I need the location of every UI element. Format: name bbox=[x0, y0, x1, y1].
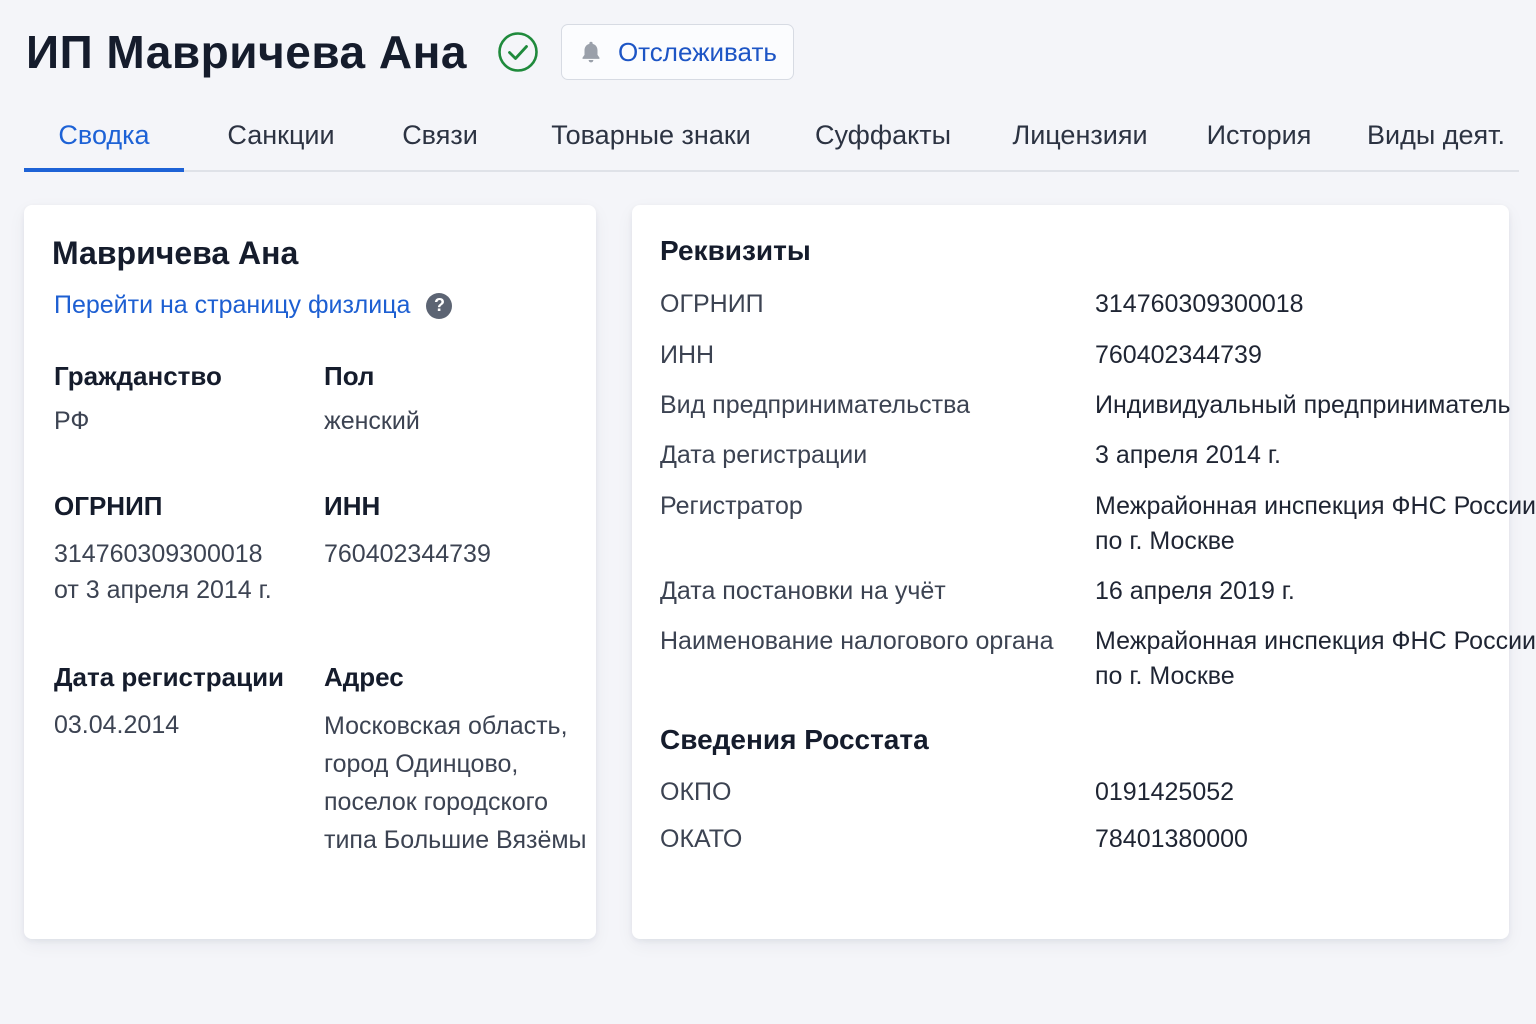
ogrnip-label: ОГРНИП bbox=[54, 491, 163, 521]
address-line: Московская область, bbox=[324, 712, 568, 740]
tab-activities[interactable]: Виды деят. bbox=[1366, 100, 1506, 170]
citizenship-value: РФ bbox=[54, 407, 90, 435]
rosstat-key: ОКАТО bbox=[660, 825, 743, 853]
person-page-link[interactable]: Перейти на страницу физлица ? bbox=[54, 291, 453, 320]
ogrnip-value: 314760309300018 bbox=[54, 540, 263, 568]
requisite-value: 760402344739 bbox=[1095, 341, 1262, 369]
requisite-value-line2: по г. Москве bbox=[1095, 662, 1235, 690]
requisite-value-line2: по г. Москве bbox=[1095, 527, 1235, 555]
sex-label: Пол bbox=[324, 361, 375, 391]
person-link-label: Перейти на страницу физлица bbox=[54, 291, 411, 319]
requisite-key: Наименование налогового органа bbox=[660, 627, 1054, 655]
address-line: типа Большие Вязёмы bbox=[324, 826, 587, 854]
requisite-key: Вид предпринимательства bbox=[660, 391, 970, 419]
requisite-value: Межрайонная инспекция ФНС России № 46 bbox=[1095, 627, 1536, 655]
tab-bar: Сводка Санкции Связи Товарные знаки Суфф… bbox=[24, 100, 1519, 172]
rosstat-key: ОКПО bbox=[660, 778, 732, 806]
rosstat-value: 0191425052 bbox=[1095, 778, 1235, 806]
follow-button[interactable]: Отслеживать bbox=[560, 24, 794, 80]
inn-value: 760402344739 bbox=[324, 540, 491, 568]
person-name: Мавричева Ана bbox=[52, 235, 299, 271]
reg-date-label: Дата регистрации bbox=[54, 662, 285, 692]
requisite-value: Индивидуальный предприниматель bbox=[1095, 391, 1511, 419]
check-circle-icon bbox=[498, 32, 538, 72]
requisite-key: Регистратор bbox=[660, 492, 803, 520]
requisites-title: Реквизиты bbox=[660, 235, 811, 266]
requisite-value: 314760309300018 bbox=[1095, 290, 1304, 318]
requisite-key: Дата регистрации bbox=[660, 441, 868, 469]
address-label: Адрес bbox=[324, 662, 404, 692]
tab-history[interactable]: История bbox=[1202, 100, 1316, 170]
citizenship-label: Гражданство bbox=[54, 361, 222, 391]
address-line: город Одинцово, bbox=[324, 750, 519, 778]
tab-connections[interactable]: Связи bbox=[388, 100, 492, 170]
tab-summary[interactable]: Сводка bbox=[24, 100, 184, 172]
page-header: ИП Мавричева Ана Отслеживать bbox=[26, 22, 794, 82]
follow-label: Отслеживать bbox=[617, 36, 777, 67]
tab-facts[interactable]: Суффакты bbox=[808, 100, 958, 170]
tab-licenses[interactable]: Лицензияи bbox=[1006, 100, 1154, 170]
inn-label: ИНН bbox=[324, 491, 381, 521]
requisite-key: ИНН bbox=[660, 341, 715, 369]
requisite-value: 16 апреля 2019 г. bbox=[1095, 577, 1295, 605]
bell-icon bbox=[582, 41, 600, 63]
address-line: поселок городского bbox=[324, 788, 549, 816]
person-card: Мавричева Ана Перейти на страницу физлиц… bbox=[24, 205, 596, 939]
requisite-value: 3 апреля 2014 г. bbox=[1095, 441, 1281, 469]
page-title: ИП Мавричева Ана bbox=[26, 26, 467, 78]
sex-value: женский bbox=[324, 407, 420, 435]
rosstat-value: 78401380000 bbox=[1095, 825, 1248, 853]
tab-trademarks[interactable]: Товарные знаки bbox=[546, 100, 756, 170]
rosstat-title: Сведения Росстата bbox=[660, 724, 929, 755]
ogrnip-date: от 3 апреля 2014 г. bbox=[54, 576, 272, 604]
address-value: Московская область, город Одинцово, посе… bbox=[324, 707, 587, 859]
requisites-card: Реквизиты ОГРНИП 314760309300018 ИНН 760… bbox=[632, 205, 1536, 939]
reg-date-value: 03.04.2014 bbox=[54, 711, 180, 739]
requisite-key: Дата постановки на учёт bbox=[660, 577, 946, 605]
requisite-key: ОГРНИП bbox=[660, 290, 764, 318]
help-icon[interactable]: ? bbox=[426, 292, 453, 319]
requisite-value: Межрайонная инспекция ФНС России № 46 bbox=[1095, 492, 1536, 520]
tab-sanctions[interactable]: Санкции bbox=[214, 100, 348, 170]
